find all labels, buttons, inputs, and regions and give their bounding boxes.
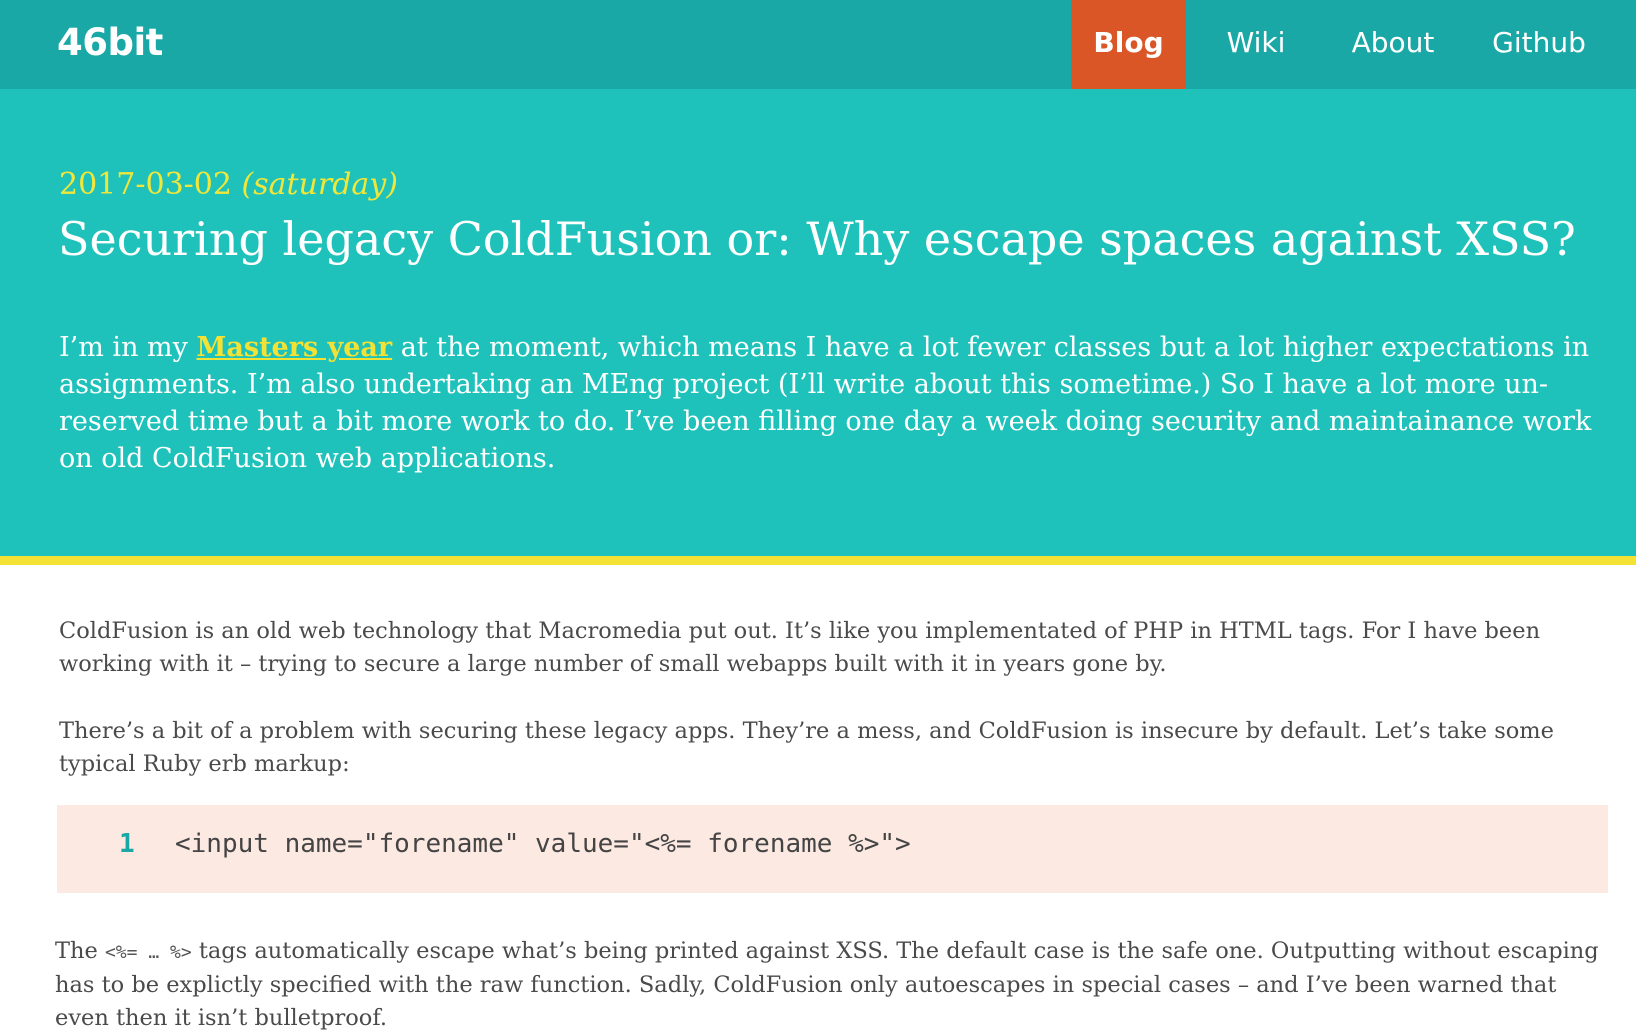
nav-wiki-link[interactable]: Wiki	[1218, 0, 1294, 89]
code-line-number: 1	[119, 829, 135, 859]
masters-year-link[interactable]: Masters year	[196, 332, 392, 363]
after-code-suffix: tags automatically escape what’s being p…	[55, 938, 1599, 1031]
paragraph-after-code: The <%= … %> tags automatically escape w…	[55, 935, 1615, 1035]
nav-github-link[interactable]: Github	[1484, 0, 1594, 89]
post-date: 2017-03-02 (saturday)	[59, 167, 398, 202]
post-header: 2017-03-02 (saturday) Securing legacy Co…	[0, 89, 1636, 565]
post-intro: I’m in my Masters year at the moment, wh…	[59, 329, 1619, 477]
site-logo[interactable]: 46bit	[57, 20, 163, 66]
post-title: Securing legacy ColdFusion or: Why escap…	[58, 212, 1576, 266]
nav-about-link[interactable]: About	[1341, 0, 1445, 89]
nav-blog-link[interactable]: Blog	[1071, 0, 1186, 101]
paragraph-coldfusion-intro: ColdFusion is an old web technology that…	[59, 618, 1541, 677]
paragraph-legacy-problem: There’s a bit of a problem with securing…	[59, 718, 1554, 777]
intro-prefix: I’m in my	[59, 332, 197, 363]
after-code-prefix: The	[55, 938, 105, 964]
top-navigation-bar: 46bit Blog Wiki About Github	[0, 0, 1636, 101]
post-date-value: 2017-03-02	[59, 167, 232, 202]
code-block: 1 <input name="forename" value="<%= fore…	[57, 805, 1608, 893]
inline-code-erb-tag: <%= … %>	[104, 942, 192, 963]
code-line: <input name="forename" value="<%= forena…	[175, 829, 911, 859]
post-weekday: (saturday)	[241, 167, 398, 202]
